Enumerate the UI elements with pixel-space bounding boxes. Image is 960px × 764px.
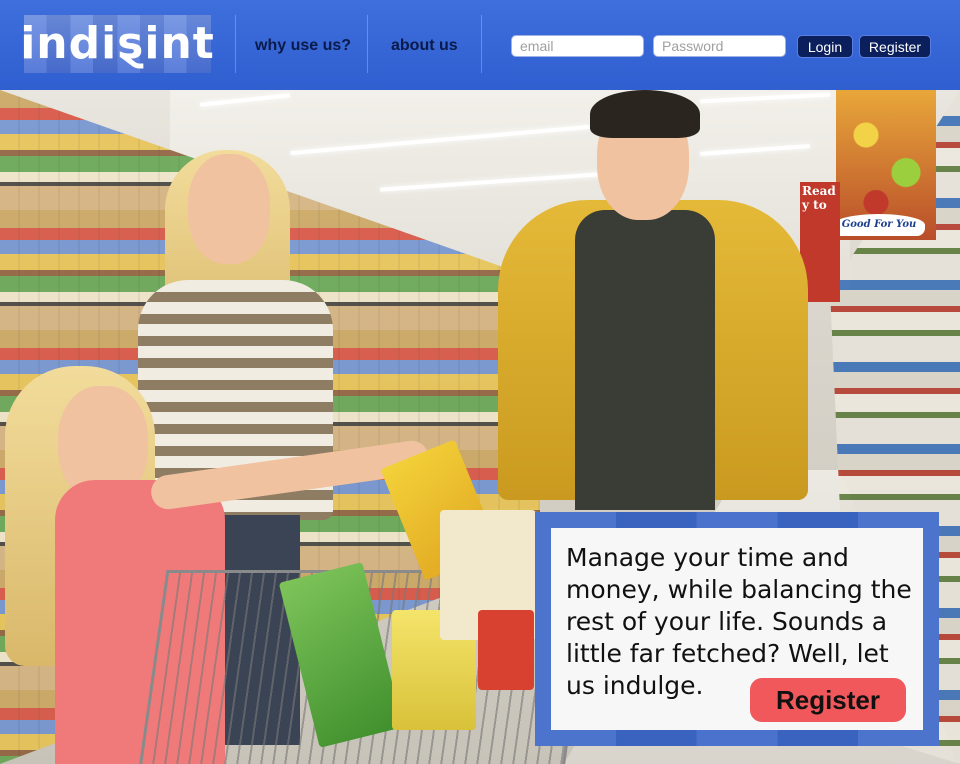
woman-head xyxy=(188,154,270,264)
register-callout: Manage your time and money, while balanc… xyxy=(535,512,939,746)
nav-divider xyxy=(481,15,482,73)
login-button[interactable]: Login xyxy=(797,35,853,58)
nav-about-us-link[interactable]: about us xyxy=(391,37,458,55)
email-input[interactable] xyxy=(511,35,644,57)
site-logo[interactable]: indiȿint xyxy=(20,15,214,73)
header-register-button[interactable]: Register xyxy=(859,35,931,58)
nav-why-use-us-link[interactable]: why use us? xyxy=(255,37,351,55)
callout-register-button[interactable]: Register xyxy=(750,678,906,722)
password-input[interactable] xyxy=(653,35,786,57)
red-package xyxy=(478,610,534,690)
nav-divider xyxy=(367,15,368,73)
man-shirt xyxy=(575,210,715,510)
man-hair xyxy=(590,90,700,138)
logo-text: indiȿint xyxy=(20,18,215,69)
site-header: indiȿint why use us? about us Login Regi… xyxy=(0,0,960,90)
good-for-you-sign: Good For You xyxy=(833,214,925,236)
callout-panel: Manage your time and money, while balanc… xyxy=(551,528,923,730)
nav-divider xyxy=(235,15,236,73)
